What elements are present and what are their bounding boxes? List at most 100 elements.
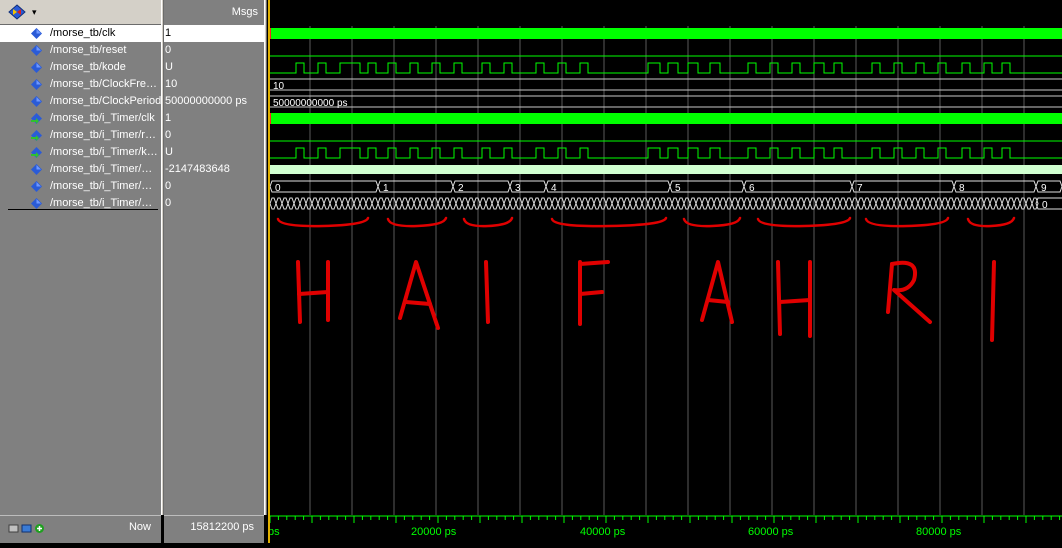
- bracket-mark: [682, 216, 742, 228]
- list-end-divider: [8, 209, 158, 210]
- signal-value-row[interactable]: 10: [164, 76, 264, 93]
- signal-row[interactable]: /morse_tb/i_Timer/k…: [0, 144, 161, 161]
- kode-trace[interactable]: [270, 147, 1062, 159]
- signal-value: U: [165, 146, 173, 158]
- values-pane: Msgs 1 0 U 10 50000000000 ps 1 0 U -2147483648 0 0: [164, 0, 264, 543]
- clockfreq-bus-value: 10: [273, 81, 285, 92]
- signal-row[interactable]: /morse_tb/kode: [0, 59, 161, 76]
- msgs-header: Msgs: [164, 0, 264, 24]
- annotation-letter: [886, 260, 932, 324]
- counter-value: 1: [383, 183, 389, 194]
- signal-value-row[interactable]: 0: [164, 127, 264, 144]
- signal-value: 1: [165, 112, 172, 124]
- dense-bus-trace[interactable]: [269, 197, 1062, 210]
- counter-value: 5: [675, 183, 681, 194]
- counter-segment[interactable]: [269, 180, 379, 193]
- signal-row[interactable]: /morse_tb/ClockPeriod: [0, 93, 161, 110]
- timer-counter-trace[interactable]: [270, 165, 1062, 174]
- annotation-letter: [398, 260, 440, 330]
- ruler-label: 80000 ps: [916, 526, 962, 538]
- clockperiod-bus-value: 50000000000 ps: [273, 98, 348, 109]
- bracket-mark: [966, 216, 1016, 228]
- waveform-canvas[interactable]: 10 50000000000 ps 0 1 2 3 4 5 6 7 8 9 0: [268, 0, 1062, 515]
- signal-name-pane: ▾ /morse_tb/clk/morse_tb/reset/morse_tb/…: [0, 0, 161, 543]
- counter-value: 0: [275, 183, 281, 194]
- signal-value: 0: [165, 129, 172, 141]
- signal-value: 0: [165, 44, 172, 56]
- signal-value-row[interactable]: 0: [164, 195, 264, 212]
- edit-icon[interactable]: [8, 521, 19, 533]
- signal-row[interactable]: /morse_tb/i_Timer/r…: [0, 127, 161, 144]
- clock-trace[interactable]: [270, 113, 1062, 124]
- counter-value: 4: [551, 183, 557, 194]
- counter-value: 9: [1041, 183, 1047, 194]
- signal-name: /morse_tb/ClockFre…: [50, 78, 157, 90]
- signal-value: U: [165, 61, 173, 73]
- counter-segment[interactable]: [545, 180, 671, 193]
- pane-splitter[interactable]: [264, 0, 267, 543]
- counter-value: 6: [749, 183, 755, 194]
- chevron-down-icon[interactable]: ▾: [32, 7, 37, 18]
- counter-segment[interactable]: [1035, 180, 1062, 193]
- signal-row[interactable]: /morse_tb/clk: [0, 25, 161, 42]
- signal-value-row[interactable]: 50000000000 ps: [164, 93, 264, 110]
- diamond-icon: [31, 96, 42, 107]
- counter-segment[interactable]: [743, 180, 853, 193]
- msgs-title: Msgs: [231, 6, 258, 18]
- bracket-mark: [276, 216, 370, 228]
- signal-value-row[interactable]: 0: [164, 42, 264, 59]
- counter-value: 2: [458, 183, 464, 194]
- signal-value-row[interactable]: U: [164, 59, 264, 76]
- signal-value-row[interactable]: 1: [164, 110, 264, 127]
- bracket-mark: [462, 216, 514, 228]
- signal-name: /morse_tb/i_Timer/…: [50, 197, 153, 209]
- waveform-window: ▾ /morse_tb/clk/morse_tb/reset/morse_tb/…: [0, 0, 1062, 543]
- counter-value: 7: [857, 183, 863, 194]
- signal-row[interactable]: /morse_tb/ClockFre…: [0, 76, 161, 93]
- signal-value: -2147483648: [165, 163, 230, 175]
- signal-name: /morse_tb/i_Timer/…: [50, 163, 153, 175]
- bracket-mark: [864, 216, 950, 228]
- signal-value-row[interactable]: -2147483648: [164, 161, 264, 178]
- now-row: Now: [0, 515, 161, 543]
- ruler-label: 60000 ps: [748, 526, 794, 538]
- now-value: 15812200 ps: [190, 521, 254, 533]
- signal-name: /morse_tb/i_Timer/…: [50, 180, 153, 192]
- counter-segment[interactable]: [851, 180, 955, 193]
- cursor-icon[interactable]: [21, 521, 32, 533]
- signal-row[interactable]: /morse_tb/reset: [0, 42, 161, 59]
- signal-row[interactable]: /morse_tb/i_Timer/clk: [0, 110, 161, 127]
- signal-name: /morse_tb/i_Timer/clk: [50, 112, 155, 124]
- wave-group-icon[interactable]: [8, 4, 26, 25]
- signal-name: /morse_tb/reset: [50, 44, 127, 56]
- signal-name: /morse_tb/i_Timer/k…: [50, 146, 158, 158]
- signal-value-row[interactable]: 1: [164, 25, 264, 42]
- signal-value-row[interactable]: 0: [164, 178, 264, 195]
- signal-row[interactable]: /morse_tb/i_Timer/…: [0, 161, 161, 178]
- signal-name: /morse_tb/ClockPeriod: [50, 95, 161, 107]
- diamond-icon: [31, 79, 42, 90]
- kode-trace[interactable]: [270, 62, 1062, 74]
- bracket-mark: [550, 216, 668, 228]
- ruler-label: 40000 ps: [580, 526, 626, 538]
- signal-value-row[interactable]: U: [164, 144, 264, 161]
- dense-bus-value: 0: [1042, 200, 1048, 211]
- signal-row[interactable]: /morse_tb/i_Timer/…: [0, 178, 161, 195]
- counter-segment[interactable]: [669, 180, 745, 193]
- annotation-letter: [296, 260, 330, 324]
- signal-name: /morse_tb/i_Timer/r…: [50, 129, 156, 141]
- signal-value: 0: [165, 197, 172, 209]
- input-port-icon: [31, 130, 42, 141]
- signal-name: /morse_tb/kode: [50, 61, 126, 73]
- time-ruler[interactable]: ps 20000 ps 40000 ps 60000 ps 80000 ps: [268, 515, 1062, 543]
- bracket-mark: [386, 216, 448, 228]
- annotation-letter: [776, 260, 812, 338]
- waveform-pane[interactable]: 10 50000000000 ps 0 1 2 3 4 5 6 7 8 9 0: [268, 0, 1062, 515]
- signal-value: 0: [165, 180, 172, 192]
- add-cursor-icon[interactable]: [34, 521, 45, 533]
- clock-trace[interactable]: [270, 28, 1062, 39]
- status-bar: Now 15812200 ps ps 20000 ps 40000 ps 60000 …: [0, 515, 1062, 543]
- diamond-icon: [31, 28, 42, 39]
- counter-segment[interactable]: [377, 180, 454, 193]
- annotation-letter: [484, 260, 490, 324]
